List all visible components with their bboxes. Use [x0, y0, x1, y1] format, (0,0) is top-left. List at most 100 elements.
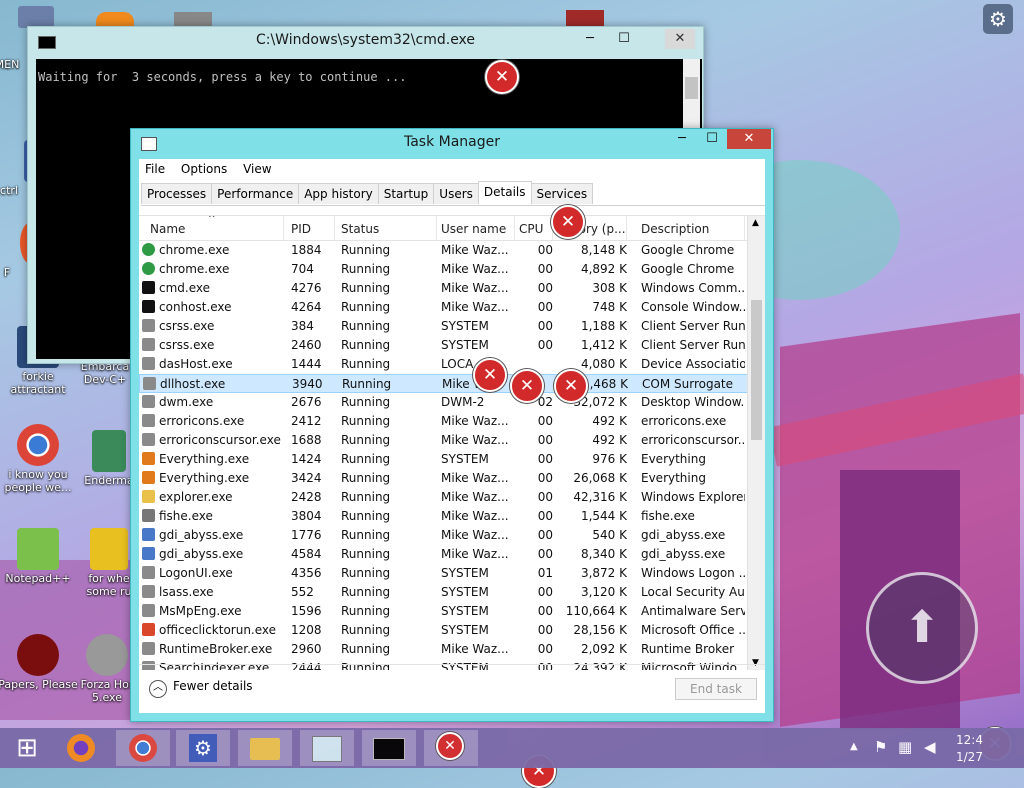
desktop-icon-top-4[interactable]	[566, 10, 604, 26]
table-row[interactable]: officeclicktorun.exe 1208 Running SYSTEM 00 2…	[139, 621, 765, 640]
fewer-details-button[interactable]: ︿ Fewer details	[149, 679, 253, 698]
process-pid: 4356	[291, 566, 322, 580]
table-row[interactable]: cmd.exe 4276 Running Mike Waz... 00 308 K Wind…	[139, 279, 765, 298]
table-scrollbar[interactable]: ▲ ▼	[747, 216, 765, 670]
show-hidden-icons[interactable]: ▲	[850, 741, 858, 752]
desktop-icon-label: ctrl	[0, 184, 18, 197]
desktop-icon[interactable]: Papers, Please	[0, 634, 79, 691]
taskbar-explorer[interactable]	[238, 730, 292, 766]
tm-titlebar[interactable]: Task Manager ─ ☐ ✕	[131, 129, 773, 157]
process-name-label: LogonUI.exe	[159, 566, 233, 580]
scroll-thumb[interactable]	[751, 300, 762, 440]
table-row[interactable]: lsass.exe 552 Running SYSTEM 00 3,120 K Local …	[139, 583, 765, 602]
details-table[interactable]: Name ^ PID Status User name CPU nory (p..…	[139, 215, 765, 670]
column-header-description[interactable]: Description	[641, 216, 745, 240]
flash-icon	[86, 634, 128, 676]
table-row[interactable]: explorer.exe 2428 Running Mike Waz... 00 42,3…	[139, 488, 765, 507]
table-row[interactable]: dllhost.exe 3940 Running Mike W 1,468 K COM S…	[139, 374, 765, 393]
tm-minimize-button[interactable]: ─	[667, 129, 697, 149]
process-name-label: dwm.exe	[159, 395, 214, 409]
column-header-cpu[interactable]: CPU	[519, 216, 553, 240]
gear-icon[interactable]: ⚙	[983, 4, 1013, 34]
taskbar: ⊞ ⚙ ✕ ▲ ⚑ ▦ ◀ 12:4 1/27	[0, 728, 1024, 768]
taskbar-task-manager[interactable]	[300, 730, 354, 766]
cmd-titlebar[interactable]: C:\Windows\system32\cmd.exe ─ ☐ ✕	[28, 27, 703, 57]
process-name: RuntimeBroker.exe	[142, 640, 284, 659]
process-name-label: Everything.exe	[159, 452, 250, 466]
tab-performance[interactable]: Performance	[211, 183, 300, 204]
table-row[interactable]: MsMpEng.exe 1596 Running SYSTEM 00 110,664 K A…	[139, 602, 765, 621]
scroll-up-icon[interactable]: ▲	[752, 218, 759, 228]
table-row[interactable]: Everything.exe 3424 Running Mike Waz... 00 26…	[139, 469, 765, 488]
desktop-icon[interactable]: Notepad++	[0, 528, 79, 585]
table-row[interactable]: erroriconscursor.exe 1688 Running Mike Waz.…	[139, 431, 765, 450]
process-cpu: 00	[537, 243, 553, 257]
taskbar-chrome[interactable]	[116, 730, 170, 766]
menu-options[interactable]: Options	[175, 159, 233, 176]
tab-details[interactable]: Details	[477, 181, 532, 204]
process-description: Everything	[641, 471, 706, 485]
table-row[interactable]: csrss.exe 384 Running SYSTEM 00 1,188 K Client…	[139, 317, 765, 336]
table-row[interactable]: csrss.exe 2460 Running SYSTEM 00 1,412 K Clien…	[139, 336, 765, 355]
shield-icon	[142, 547, 155, 560]
process-description: erroricons.exe	[641, 414, 727, 428]
process-description: Windows Logon ...	[641, 566, 745, 580]
app-icon	[142, 585, 155, 598]
column-header-pid[interactable]: PID	[291, 216, 335, 240]
process-status: Running	[341, 604, 391, 618]
table-row[interactable]: RuntimeBroker.exe 2960 Running Mike Waz... 0…	[139, 640, 765, 659]
table-row[interactable]: chrome.exe 1884 Running Mike Waz... 00 8,148 …	[139, 241, 765, 260]
taskbar-firefox[interactable]	[54, 730, 108, 766]
network-icon[interactable]: ▦	[898, 738, 912, 756]
process-memory: 492 K	[592, 414, 627, 428]
clock-date[interactable]: 1/27	[956, 750, 983, 764]
cmd-minimize-button[interactable]: ─	[575, 29, 605, 49]
tab-startup[interactable]: Startup	[377, 183, 435, 204]
table-row[interactable]: gdi_abyss.exe 4584 Running Mike Waz... 00 8,3…	[139, 545, 765, 564]
table-row[interactable]: erroricons.exe 2412 Running Mike Waz... 00 49…	[139, 412, 765, 431]
process-name: chrome.exe	[142, 260, 284, 279]
table-row[interactable]: fishe.exe 3804 Running Mike Waz... 00 1,544 K…	[139, 507, 765, 526]
column-header-user[interactable]: User name	[441, 216, 515, 240]
tab-app-history[interactable]: App history	[298, 183, 379, 204]
table-row[interactable]: LogonUI.exe 4356 Running SYSTEM 01 3,872 K Win…	[139, 564, 765, 583]
table-row[interactable]: dasHost.exe 1444 Running LOCA 4,080 K Device …	[139, 355, 765, 374]
table-row[interactable]: gdi_abyss.exe 1776 Running Mike Waz... 00 540…	[139, 526, 765, 545]
process-pid: 1884	[291, 243, 322, 257]
volume-icon[interactable]: ◀	[924, 738, 936, 756]
tab-services[interactable]: Services	[530, 183, 594, 204]
desktop-icon[interactable]: i know you people we...	[0, 424, 79, 494]
table-row[interactable]: Everything.exe 1424 Running SYSTEM 00 976 K Ev…	[139, 450, 765, 469]
tm-close-button[interactable]: ✕	[727, 129, 771, 149]
taskbar-settings[interactable]: ⚙	[176, 730, 230, 766]
process-name: explorer.exe	[142, 488, 284, 507]
taskbar-error-app[interactable]: ✕	[424, 730, 478, 766]
scroll-thumb[interactable]	[685, 77, 698, 99]
flag-icon[interactable]: ⚑	[874, 738, 887, 756]
table-row[interactable]: chrome.exe 704 Running Mike Waz... 00 4,892 K…	[139, 260, 765, 279]
process-name-label: dasHost.exe	[159, 357, 233, 371]
cmd-maximize-button[interactable]: ☐	[609, 29, 639, 49]
taskbar-cmd[interactable]	[362, 730, 416, 766]
table-row[interactable]: conhost.exe 4264 Running Mike Waz... 00 748 K…	[139, 298, 765, 317]
process-status: Running	[341, 490, 391, 504]
tab-users[interactable]: Users	[433, 183, 479, 204]
column-header-status[interactable]: Status	[341, 216, 437, 240]
process-name-label: conhost.exe	[159, 300, 232, 314]
cmd-close-button[interactable]: ✕	[665, 29, 695, 49]
table-row[interactable]: dwm.exe 2676 Running DWM-2 02 32,072 K Desktop…	[139, 393, 765, 412]
menu-view[interactable]: View	[237, 159, 277, 176]
menu-file[interactable]: File	[139, 159, 171, 176]
clock-time[interactable]: 12:4	[956, 733, 983, 747]
end-task-button[interactable]: End task	[675, 678, 757, 700]
process-name-label: Everything.exe	[159, 471, 250, 485]
tab-processes[interactable]: Processes	[141, 183, 213, 204]
tm-maximize-button[interactable]: ☐	[697, 129, 727, 149]
process-name-label: chrome.exe	[159, 262, 230, 276]
column-header-name[interactable]: Name ^	[142, 216, 284, 240]
process-memory: 3,872 K	[580, 566, 627, 580]
start-button[interactable]: ⊞	[0, 730, 54, 766]
task-manager-window[interactable]: Task Manager ─ ☐ ✕ File Options View Pro…	[130, 128, 774, 722]
desktop-icon-top-1[interactable]	[18, 6, 54, 28]
overlay-up-button[interactable]: ⬆	[866, 572, 978, 684]
